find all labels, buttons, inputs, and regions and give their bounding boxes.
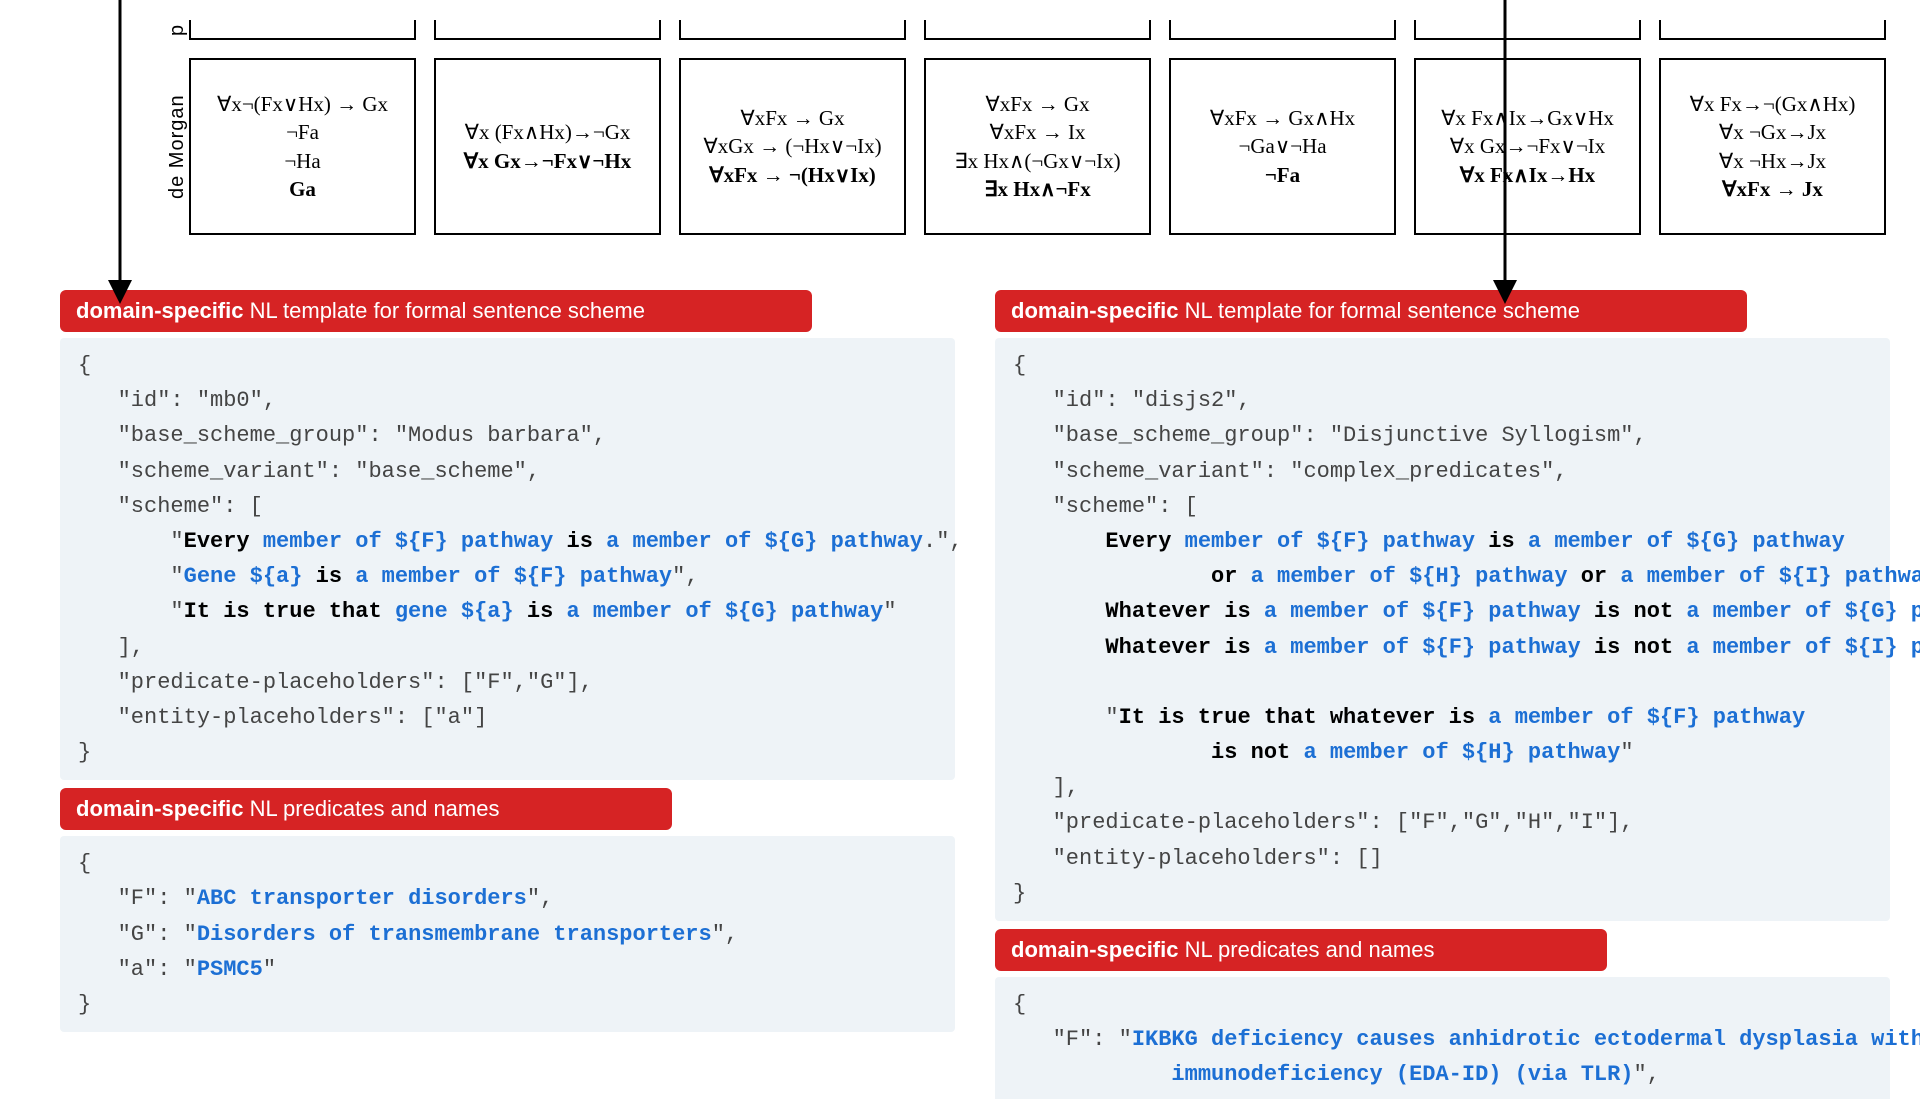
cell-prev — [679, 20, 906, 40]
code-right-preds: { "F": "IKBKG deficiency causes anhidrot… — [995, 977, 1890, 1099]
cell-prev — [924, 20, 1151, 40]
cell-demorgan-1: ∀x (Fx∧Hx)→¬Gx∀x Gx→¬Fx∨¬Hx — [434, 58, 661, 235]
header-template-right: domain-specific NL template for formal s… — [995, 290, 1747, 332]
col-right: domain-specific NL template for formal s… — [995, 290, 1890, 1099]
cell-prev — [1414, 20, 1641, 40]
header-preds-right: domain-specific NL predicates and names — [995, 929, 1607, 971]
cell-demorgan-5: ∀x Fx∧Ix→Gx∨Hx∀x Gx→¬Fx∨¬Ix∀x Fx∧Ix→Hx — [1414, 58, 1641, 235]
cell-prev — [434, 20, 661, 40]
col-left: domain-specific NL template for formal s… — [60, 290, 955, 1099]
header-template-left: domain-specific NL template for formal s… — [60, 290, 812, 332]
row-demorgan: de Morgan ∀x¬(Fx∨Hx) → Gx¬Fa¬HaGa∀x (Fx∧… — [160, 58, 1920, 235]
cell-demorgan-2: ∀xFx → Gx∀xGx → (¬Hx∨¬Ix)∀xFx → ¬(Hx∨Ix) — [679, 58, 906, 235]
row-label-demorgan: de Morgan — [160, 58, 189, 235]
row-prev: p — [160, 20, 1920, 40]
cell-prev — [1169, 20, 1396, 40]
cell-demorgan-4: ∀xFx → Gx∧Hx¬Ga∨¬Ha¬Fa — [1169, 58, 1396, 235]
cell-prev — [189, 20, 416, 40]
cell-demorgan-0: ∀x¬(Fx∨Hx) → Gx¬Fa¬HaGa — [189, 58, 416, 235]
header-preds-left: domain-specific NL predicates and names — [60, 788, 672, 830]
cell-prev — [1659, 20, 1886, 40]
cell-demorgan-3: ∀xFx → Gx∀xFx → Ix∃x Hx∧(¬Gx∨¬Ix)∃x Hx∧¬… — [924, 58, 1151, 235]
code-left-preds: { "F": "ABC transporter disorders", "G":… — [60, 836, 955, 1032]
cell-demorgan-6: ∀x Fx→¬(Gx∧Hx)∀x ¬Gx→Jx∀x ¬Hx→Jx∀xFx → J… — [1659, 58, 1886, 235]
code-right-scheme: { "id": "disjs2", "base_scheme_group": "… — [995, 338, 1890, 921]
row-label-p: p — [160, 20, 189, 40]
code-left-scheme: { "id": "mb0", "base_scheme_group": "Mod… — [60, 338, 955, 780]
